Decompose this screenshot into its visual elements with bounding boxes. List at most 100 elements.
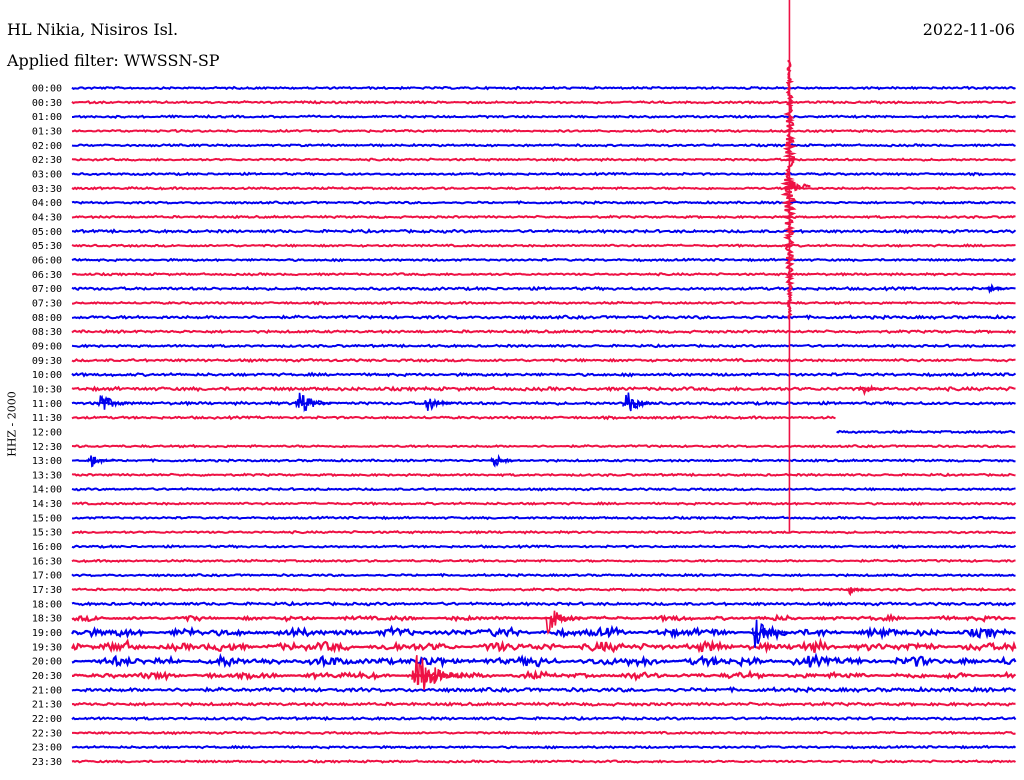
trace-row: [71, 652, 1017, 669]
row-time-label: 19:30: [32, 642, 62, 653]
row-time-label: 03:00: [32, 169, 62, 180]
row-time-label: 14:30: [32, 499, 62, 510]
row-time-label: 04:30: [32, 212, 62, 223]
trace-row: [71, 529, 1017, 535]
row-time-label: 00:30: [32, 98, 62, 109]
row-time-label: 13:00: [32, 456, 62, 467]
trace-row: [71, 587, 1016, 592]
row-time-label: 01:30: [32, 126, 62, 137]
row-time-label: 20:30: [32, 671, 62, 682]
trace-row: [71, 443, 1016, 449]
row-time-label: 22:30: [32, 728, 62, 739]
trace-row: [71, 328, 1017, 335]
trace-row: [71, 200, 1016, 205]
row-time-label: 05:00: [32, 227, 62, 238]
trace-row: [71, 414, 836, 421]
row-time-label: 18:00: [32, 599, 62, 610]
row-time-label: 05:30: [32, 241, 62, 252]
row-time-label: 12:30: [32, 442, 62, 453]
row-time-label: 16:00: [32, 542, 62, 553]
trace-row: [71, 624, 1016, 642]
row-label-group: 00:00 00:30 01:00 01:30 02:00 02:30 03:00 03:30…: [32, 84, 62, 769]
row-time-label: 07:00: [32, 284, 62, 295]
row-time-label: 22:00: [32, 714, 62, 725]
trace-row: [71, 744, 1017, 750]
trace-row: [71, 171, 1016, 177]
row-time-label: 09:00: [32, 341, 62, 352]
trace-row: [71, 99, 1016, 105]
row-time-label: 13:30: [32, 470, 62, 481]
row-time-label: 06:30: [32, 270, 62, 281]
seismic-event: [984, 283, 1009, 295]
trace-row: [71, 685, 1017, 694]
trace-group: [71, 85, 1017, 764]
row-time-label: 21:00: [32, 685, 62, 696]
row-time-label: 15:30: [32, 528, 62, 539]
trace-row: [71, 313, 1016, 321]
seismic-event: [96, 394, 130, 410]
row-time-label: 11:30: [32, 413, 62, 424]
trace-row: [71, 544, 1017, 550]
seismogram-plot: 00:00 00:30 01:00 01:30 02:00 02:30 03:00 03:30…: [32, 0, 1017, 769]
row-time-label: 17:00: [32, 571, 62, 582]
trace-row: [71, 558, 1016, 564]
trace-row: [71, 400, 1016, 407]
trace-row: [72, 228, 1017, 235]
seismic-event: [87, 455, 115, 468]
row-time-label: 20:00: [32, 657, 62, 668]
trace-row: [71, 759, 1017, 764]
row-time-label: 03:30: [32, 184, 62, 195]
trace-row: [71, 243, 1016, 248]
seismic-event: [780, 0, 811, 533]
trace-row: [71, 142, 1016, 148]
trace-row: [71, 271, 1017, 277]
trace-row: [71, 157, 1016, 163]
trace-row: [72, 669, 1017, 682]
seismic-event: [622, 392, 658, 412]
trace-row: [71, 85, 1016, 91]
row-time-label: 08:30: [32, 327, 62, 338]
seismic-event: [294, 392, 333, 413]
trace-row: [71, 472, 1016, 478]
row-time-label: 21:30: [32, 700, 62, 711]
row-time-label: 04:00: [32, 198, 62, 209]
trace-row: [72, 114, 1016, 120]
trace-row: [71, 637, 1017, 654]
row-time-label: 23:30: [32, 757, 62, 768]
trace-row: [71, 357, 1016, 364]
trace-row: [71, 715, 1017, 722]
row-time-label: 14:00: [32, 485, 62, 496]
trace-row: [71, 257, 1016, 263]
trace-row: [71, 572, 1016, 578]
row-time-label: 07:30: [32, 298, 62, 309]
trace-row: [71, 701, 1016, 708]
row-time-label: 02:30: [32, 155, 62, 166]
row-time-label: 10:30: [32, 384, 62, 395]
trace-row: [72, 730, 1016, 736]
trace-row: [71, 285, 1016, 292]
row-time-label: 06:00: [32, 255, 62, 266]
row-time-label: 08:00: [32, 313, 62, 324]
row-time-label: 23:00: [32, 743, 62, 754]
trace-row: [71, 343, 1016, 349]
trace-row: [71, 371, 1017, 378]
row-time-label: 01:00: [32, 112, 62, 123]
row-time-label: 11:00: [32, 399, 62, 410]
row-time-label: 18:30: [32, 614, 62, 625]
row-time-label: 16:30: [32, 556, 62, 567]
row-time-label: 00:00: [32, 84, 62, 95]
row-time-label: 17:30: [32, 585, 62, 596]
trace-row: [71, 501, 1017, 507]
trace-row: [71, 458, 1016, 464]
row-time-label: 19:00: [32, 628, 62, 639]
trace-row: [72, 300, 1016, 306]
seismic-event: [489, 453, 518, 468]
trace-row: [71, 612, 1016, 624]
row-time-label: 10:00: [32, 370, 62, 381]
trace-row: [71, 515, 1016, 521]
row-time-label: 12:00: [32, 427, 62, 438]
trace-row: [71, 487, 1016, 492]
row-time-label: 02:00: [32, 141, 62, 152]
trace-row: [71, 185, 1016, 191]
trace-row: [71, 214, 1016, 220]
